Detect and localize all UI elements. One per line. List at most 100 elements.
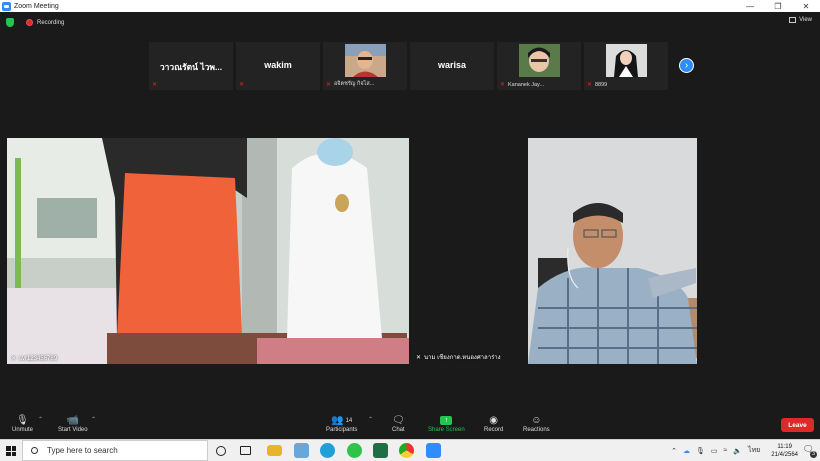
recording-dot-icon — [26, 19, 33, 26]
reactions-button[interactable]: ☺ Reactions — [523, 414, 550, 433]
participant-tile[interactable]: ✕ 8899 — [584, 42, 668, 90]
windows-start-icon[interactable] — [6, 446, 16, 456]
participants-caret-icon[interactable]: ⌃ — [368, 416, 373, 423]
share-screen-label: Share Screen — [428, 427, 465, 433]
wifi-icon[interactable]: ≈ — [723, 447, 727, 454]
view-button[interactable]: View — [789, 17, 812, 23]
video-tile[interactable]: ✕ svr123456789 — [7, 138, 409, 364]
zoom-taskbar-icon[interactable] — [426, 443, 441, 458]
show-hidden-icons-caret-icon[interactable]: ⌃ — [671, 447, 677, 455]
taskbar-search-box[interactable]: Type here to search — [22, 440, 208, 461]
reactions-label: Reactions — [523, 427, 550, 433]
participant-name: svr123456789 — [19, 355, 58, 362]
close-button[interactable]: ✕ — [792, 0, 820, 12]
participant-photo — [345, 44, 386, 77]
cloud-icon[interactable]: ☁ — [683, 447, 690, 455]
participant-photo — [519, 44, 560, 77]
line-app-icon[interactable] — [347, 443, 362, 458]
record-label: Record — [484, 427, 504, 433]
share-screen-button[interactable]: ↑ Share Screen — [428, 414, 465, 433]
participant-name: Kananek Jay... — [508, 82, 544, 88]
grid-view-icon — [789, 17, 797, 23]
chat-button[interactable]: 🗨 Chat — [392, 414, 405, 433]
video-label: ✕ svr123456789 — [11, 355, 58, 363]
start-video-label: Start Video — [58, 427, 88, 433]
muted-mic-icon: ✕ — [152, 82, 158, 88]
edge-browser-icon[interactable] — [320, 443, 335, 458]
window-title: Zoom Meeting — [14, 2, 59, 10]
video-feed — [7, 138, 409, 364]
participant-name: วาวณรัตน์ ไวพ... — [159, 62, 223, 72]
system-tray: ⌃ ☁ 🎙 ▭ ≈ 🔈 ไทย 11:19 21/4/2564 🗨 3 — [668, 440, 820, 461]
muted-mic-icon: ✕ — [11, 356, 17, 362]
app-icon[interactable] — [294, 443, 309, 458]
participants-label: Participants — [326, 427, 358, 433]
participant-name: warisa — [437, 60, 467, 70]
recording-indicator: Recording — [6, 18, 64, 27]
smiley-icon: ☺ — [531, 415, 542, 426]
security-shield-icon[interactable] — [6, 18, 14, 27]
search-icon — [31, 447, 38, 454]
chrome-icon[interactable] — [399, 443, 414, 458]
participant-strip: วาวณรัตน์ ไวพ... ✕ wakim ✕ ✕ อจิตชรัญ กิ… — [149, 42, 668, 90]
unmute-label: Unmute — [12, 427, 34, 433]
video-label: ✕ นาม เชียงกาด.หนองศาลาร่าง — [416, 352, 501, 362]
task-view-icon[interactable] — [240, 446, 251, 455]
muted-mic-icon: ✕ — [500, 82, 506, 88]
chat-label: Chat — [392, 427, 405, 433]
muted-mic-icon: ✕ — [416, 354, 422, 361]
participant-tile[interactable]: ✕ Kananek Jay... — [497, 42, 581, 90]
unmute-button[interactable]: 🎙 Unmute — [12, 414, 33, 433]
meeting-area: Recording View วาวณรัตน์ ไวพ... ✕ wakim … — [0, 12, 820, 409]
excel-icon[interactable] — [373, 443, 388, 458]
participant-tile[interactable]: วาวณรัตน์ ไวพ... ✕ — [149, 42, 233, 90]
participant-name: นาม เชียงกาด.หนองศาลาร่าง — [424, 355, 501, 361]
participant-name: 8899 — [595, 82, 608, 88]
file-explorer-icon[interactable] — [267, 445, 282, 456]
record-icon: ◉ — [489, 415, 499, 426]
record-button[interactable]: ◉ Record — [484, 414, 503, 433]
mic-tray-icon[interactable]: 🎙 — [696, 447, 705, 455]
video-off-icon: 📹 — [66, 415, 80, 426]
meeting-toolbar: 🎙 Unmute ⌃ 📹 Start Video ⌃ 👥 14 Participa… — [0, 409, 820, 439]
next-page-chevron-icon[interactable]: › — [679, 58, 694, 73]
participant-tile[interactable]: ✕ อจิตชรัญ กิจไส... — [323, 42, 407, 90]
video-tile[interactable] — [528, 138, 697, 364]
start-video-button[interactable]: 📹 Start Video — [58, 414, 88, 433]
notification-badge: 3 — [810, 451, 817, 458]
window-titlebar: Zoom Meeting — ❐ ✕ — [0, 0, 820, 12]
clock-date: 21/4/2564 — [771, 451, 798, 458]
minimize-button[interactable]: — — [736, 0, 764, 12]
video-feed — [528, 138, 697, 364]
participant-tile[interactable]: warisa — [410, 42, 494, 90]
search-placeholder: Type here to search — [47, 446, 118, 455]
view-label: View — [799, 17, 812, 23]
participants-count: 14 — [345, 417, 353, 424]
taskbar-clock[interactable]: 11:19 21/4/2564 — [771, 443, 798, 459]
recording-label: Recording — [37, 19, 65, 26]
audio-options-caret-icon[interactable]: ⌃ — [38, 416, 43, 423]
muted-mic-icon: 🎙 — [16, 415, 29, 426]
video-options-caret-icon[interactable]: ⌃ — [91, 416, 96, 423]
maximize-button[interactable]: ❐ — [764, 0, 792, 12]
chat-icon: 🗨 — [392, 415, 405, 426]
input-language[interactable]: ไทย — [748, 445, 760, 456]
participants-button[interactable]: 👥 14 Participants — [326, 414, 357, 433]
share-screen-icon: ↑ — [440, 414, 453, 427]
participants-icon: 👥 14 — [331, 415, 353, 426]
participant-name: wakim — [264, 60, 292, 70]
cortana-icon[interactable] — [216, 446, 226, 456]
participant-tile[interactable]: wakim ✕ — [236, 42, 320, 90]
windows-taskbar: Type here to search ⌃ ☁ 🎙 ▭ ≈ 🔈 ไทย 11:1… — [0, 439, 820, 461]
zoom-app-icon — [2, 1, 11, 11]
volume-icon[interactable]: 🔈 — [733, 447, 742, 455]
leave-button[interactable]: Leave — [781, 418, 814, 432]
battery-icon[interactable]: ▭ — [711, 447, 718, 455]
muted-mic-icon: ✕ — [239, 82, 245, 88]
participant-photo — [606, 44, 647, 77]
participant-name: อจิตชรัญ กิจไส... — [334, 81, 375, 87]
video-tile[interactable]: ✕ นาม เชียงกาด.หนองศาลาร่าง — [412, 138, 526, 364]
muted-mic-icon: ✕ — [587, 82, 593, 88]
clock-time: 11:19 — [777, 443, 792, 450]
muted-mic-icon: ✕ — [326, 82, 332, 88]
